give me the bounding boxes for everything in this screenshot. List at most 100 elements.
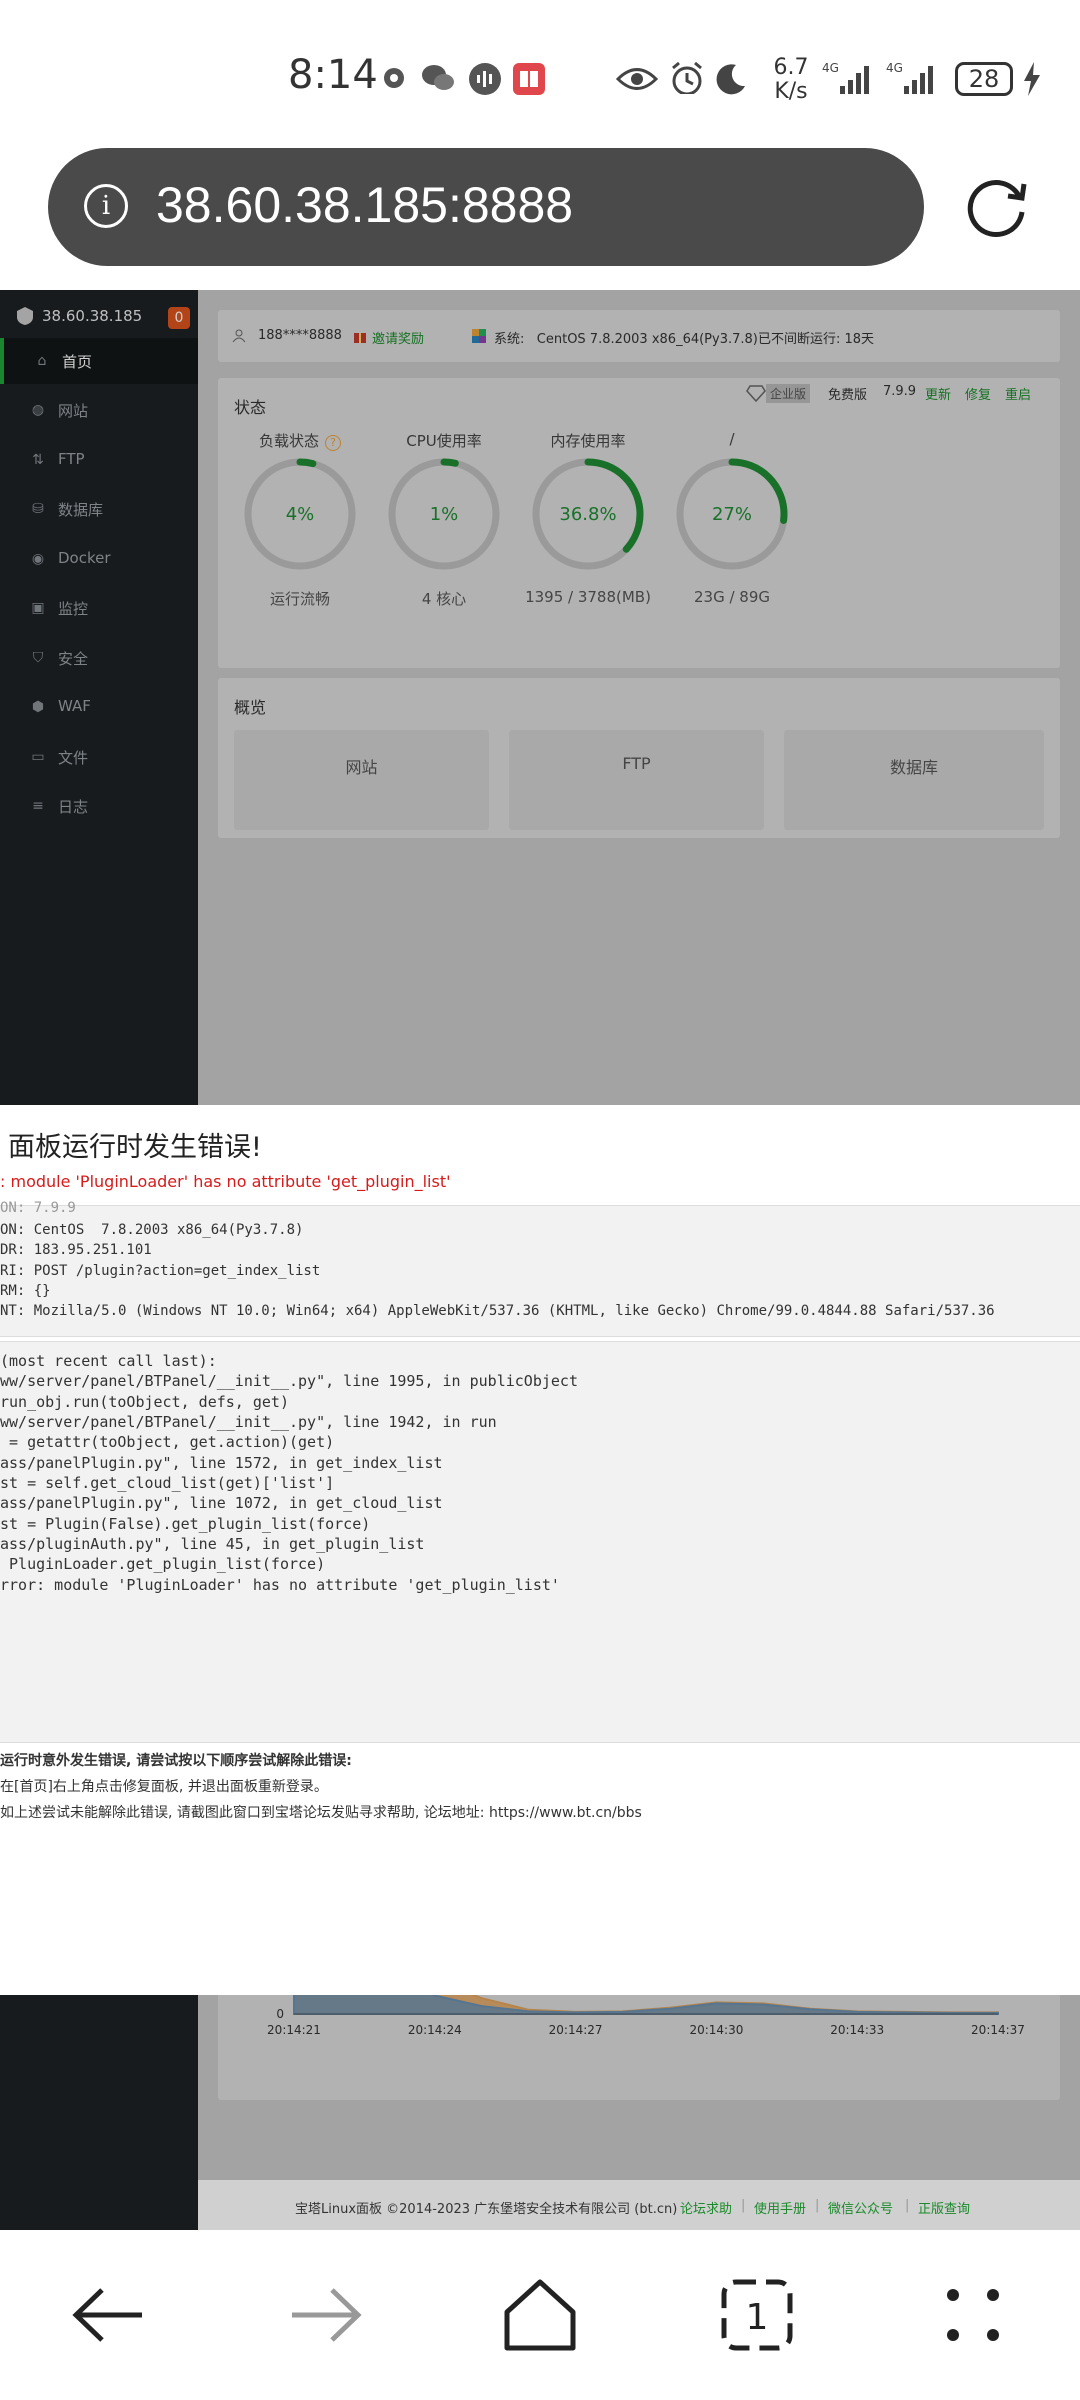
overview-card-database[interactable]: 数据库	[784, 730, 1044, 830]
usage-gauge[interactable]: 27%	[672, 454, 792, 574]
sidebar-header: 38.60.38.185 0	[0, 290, 198, 338]
signal-4g-icon: 4G	[822, 61, 869, 94]
status-title: 状态	[234, 398, 267, 417]
gauge-value: 36.8%	[559, 504, 616, 525]
uptime: 已不间断运行: 18天	[758, 332, 875, 347]
server-icon	[17, 307, 33, 325]
update-link[interactable]: 更新	[925, 384, 951, 403]
user-icon	[232, 329, 246, 343]
docker-icon: ◉	[31, 551, 45, 567]
svg-text:4G: 4G	[822, 61, 839, 75]
sidebar-item-home[interactable]: ⌂ 首页	[0, 338, 198, 384]
footer-link-forum[interactable]: 论坛求助	[680, 2198, 732, 2217]
shield-icon: ⛉	[32, 650, 44, 666]
trace-line: ass/pluginAuth.py", line 45, in get_plug…	[0, 1535, 425, 1553]
audio-icon	[469, 63, 501, 95]
restart-link[interactable]: 重启	[1005, 384, 1031, 403]
gauge-value: 27%	[712, 504, 752, 525]
overview-card-ftp[interactable]: FTP	[509, 730, 764, 830]
signal-4g-icon-2: 4G	[886, 61, 933, 94]
trace-line: ass/panelPlugin.py", line 1572, in get_i…	[0, 1454, 443, 1472]
trace-line: ww/server/panel/BTPanel/__init__.py", li…	[0, 1372, 578, 1390]
trace-line: PluginLoader.get_plugin_list(force)	[0, 1555, 326, 1573]
env-line-cut: ON: 7.9.9	[0, 1200, 76, 1216]
svg-text:4G: 4G	[886, 61, 903, 75]
gauge-title: /	[729, 430, 735, 448]
error-title: 面板运行时发生错误!	[8, 1132, 262, 1163]
gauge-value: 1%	[430, 504, 459, 525]
record-icon	[384, 68, 404, 88]
book-app-icon	[513, 63, 545, 95]
x-tick-label: 20:14:24	[408, 2023, 462, 2037]
sidebar-item-website[interactable]: ◍ 网站	[0, 387, 198, 433]
menu-icon[interactable]	[928, 2270, 1018, 2360]
sidebar-item-ftp[interactable]: ⇅ FTP	[0, 437, 198, 483]
ftp-icon: ⇅	[32, 452, 44, 468]
x-tick-label: 20:14:37	[971, 2023, 1025, 2037]
back-icon[interactable]	[64, 2270, 154, 2360]
edition-badge[interactable]: 企业版	[766, 384, 811, 403]
overview-card-website[interactable]: 网站	[234, 730, 489, 830]
globe-icon: ◍	[31, 402, 45, 418]
page-footer: 宝塔Linux面板 ©2014-2023 广东堡塔安全技术有限公司 (bt.cn…	[198, 2180, 1080, 2230]
waf-icon: ⬢	[31, 699, 45, 715]
username: 188****8888	[258, 328, 342, 343]
footer-link-manual[interactable]: 使用手册	[754, 2198, 806, 2217]
usage-gauge[interactable]: 36.8%	[528, 454, 648, 574]
env-line: ON: CentOS 7.8.2003 x86_64(Py3.7.8)	[0, 1222, 304, 1238]
log-icon: ≡	[32, 798, 44, 814]
clock: 8:14	[288, 52, 378, 98]
error-environment: ON: 7.9.9 ON: CentOS 7.8.2003 x86_64(Py3…	[0, 1200, 1080, 1337]
gauge-subtitle: 23G / 89G	[693, 588, 770, 606]
env-line: DR: 183.95.251.101	[0, 1242, 152, 1258]
sidebar-item-files[interactable]: ▭ 文件	[0, 734, 198, 780]
gauge-title: 内存使用率	[550, 432, 626, 450]
sidebar-item-logs[interactable]: ≡ 日志	[0, 783, 198, 829]
usage-gauge[interactable]: 1%	[384, 454, 504, 574]
sidebar-item-monitor[interactable]: ▣ 监控	[0, 585, 198, 631]
env-line: RM: {}	[0, 1283, 51, 1299]
url-text[interactable]: 38.60.38.185:8888	[156, 176, 573, 234]
os-icon	[472, 329, 486, 343]
reload-icon[interactable]	[962, 172, 1032, 242]
monitor-icon: ▣	[31, 600, 45, 616]
home-icon[interactable]	[495, 2270, 585, 2360]
footer-link-wechat[interactable]: 微信公众号	[828, 2198, 893, 2217]
trace-line: st = Plugin(False).get_plugin_list(force…	[0, 1515, 371, 1533]
browser-toolbar: 1	[0, 2230, 1080, 2400]
env-line: NT: Mozilla/5.0 (Windows NT 10.0; Win64;…	[0, 1303, 995, 1319]
status-bar: 8:14 6.7 K/s 4G 4G 28	[0, 0, 1080, 145]
x-tick-label: 20:14:33	[830, 2023, 884, 2037]
notification-badge[interactable]: 0	[168, 307, 190, 329]
address-bar[interactable]: i 38.60.38.185:8888	[48, 148, 924, 266]
trace-line: = getattr(toObject, get.action)(get)	[0, 1433, 335, 1451]
help-line: 在[首页]右上角点击修复面板, 并退出面板重新登录。	[0, 1779, 328, 1795]
forward-icon[interactable]	[280, 2270, 370, 2360]
help-icon[interactable]: ?	[325, 435, 341, 451]
x-tick-label: 20:14:30	[689, 2023, 743, 2037]
invite-link[interactable]: 邀请奖励	[372, 328, 424, 347]
y-tick-label: 0	[276, 2007, 284, 2021]
overview-title: 概览	[234, 698, 267, 717]
moon-icon	[716, 64, 745, 95]
x-tick-label: 20:14:27	[549, 2023, 603, 2037]
server-ip: 38.60.38.185	[42, 307, 143, 325]
error-traceback: (most recent call last): ww/server/panel…	[0, 1341, 1080, 1743]
web-page: 38.60.38.185 0 ⌂ 首页 ◍ 网站 ⇅ FTP ⛁ 数据库 ◉ Docker…	[0, 290, 1080, 2230]
repair-link[interactable]: 修复	[965, 384, 991, 403]
gift-icon	[354, 333, 366, 343]
tabs-icon[interactable]: 1	[712, 2270, 802, 2360]
wechat-icon	[422, 65, 454, 90]
status-panel: 状态 企业版 免费版 7.9.9 更新 修复 重启 负载状态? 4% 运行流畅 CPU…	[218, 378, 1060, 668]
x-tick-label: 20:14:21	[267, 2023, 321, 2037]
footer-link-license[interactable]: 正版查询	[918, 2198, 970, 2217]
edition-free: 免费版	[828, 388, 868, 403]
sidebar-item-security[interactable]: ⛉ 安全	[0, 635, 198, 681]
site-info-icon[interactable]: i	[84, 184, 128, 228]
sidebar-item-database[interactable]: ⛁ 数据库	[0, 486, 198, 532]
svg-text:1: 1	[746, 2297, 769, 2338]
sidebar-item-waf[interactable]: ⬢ WAF	[0, 684, 198, 730]
usage-gauge[interactable]: 4%	[240, 454, 360, 574]
sidebar-item-docker[interactable]: ◉ Docker	[0, 536, 198, 582]
charging-icon	[1024, 62, 1040, 96]
